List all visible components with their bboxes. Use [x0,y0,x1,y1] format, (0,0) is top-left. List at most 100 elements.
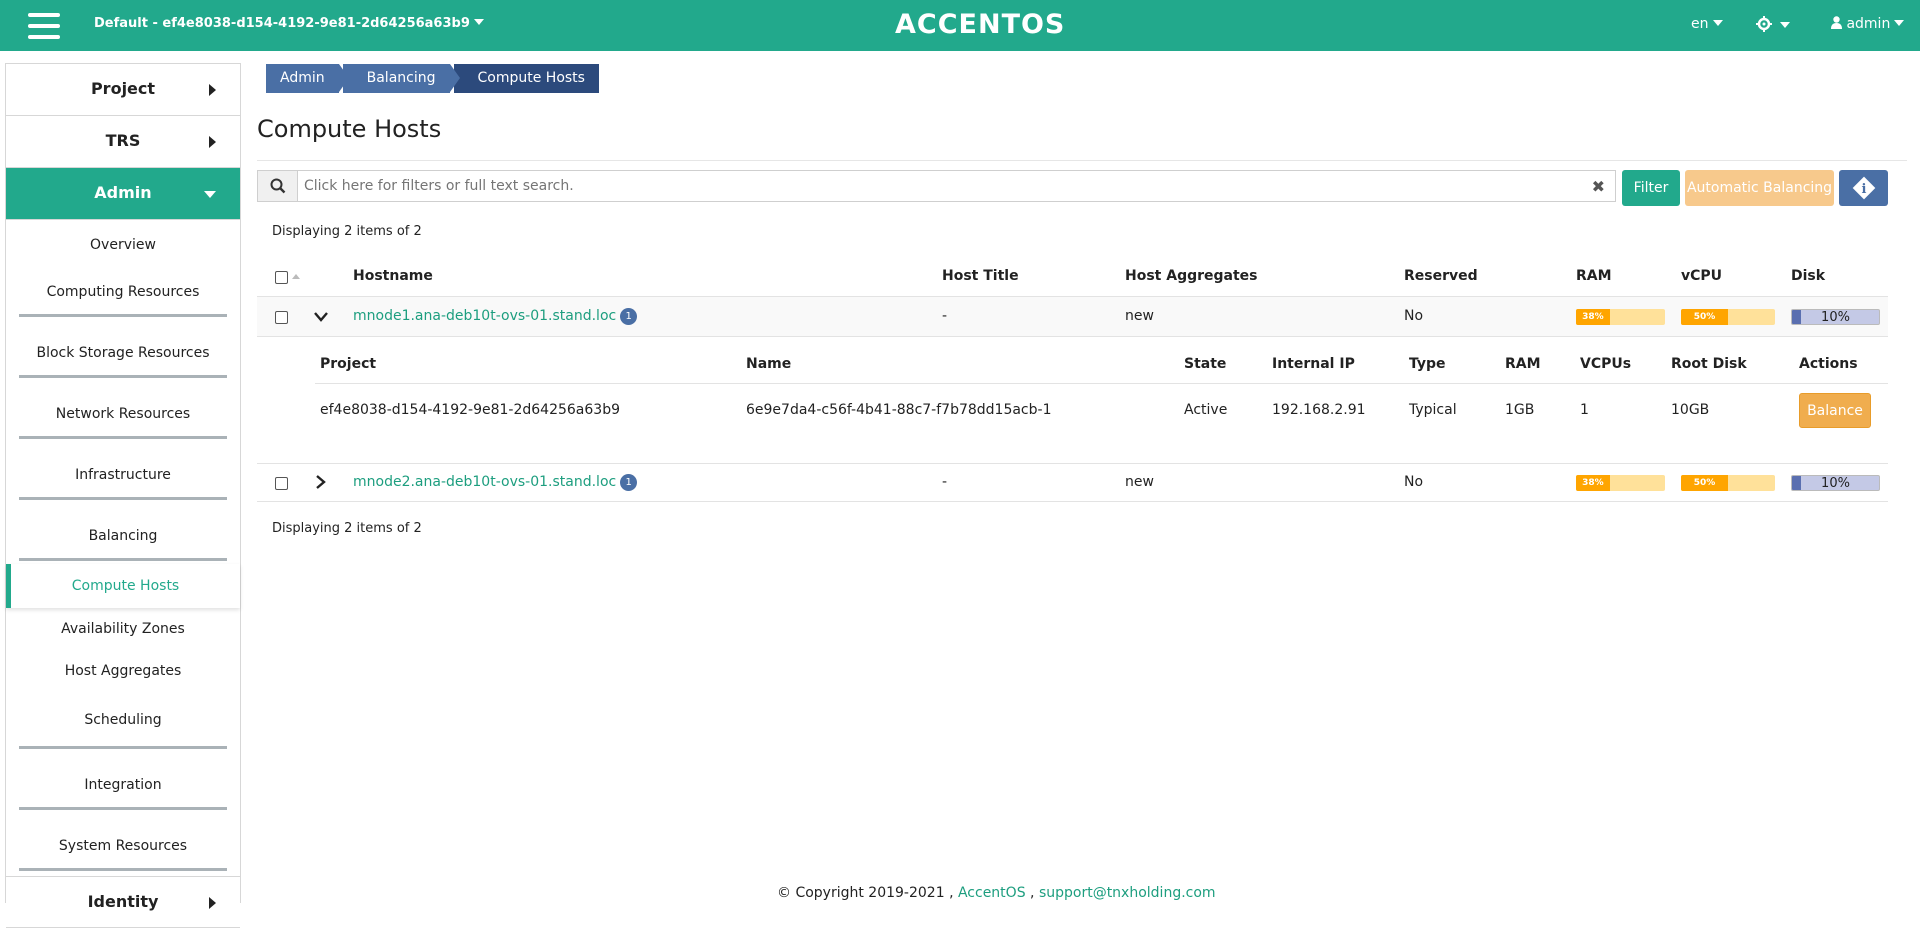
sidebar-item-compute-hosts[interactable]: Compute Hosts [6,564,240,608]
instances-badge: 1 [620,308,638,325]
instance-ram-cell: 1GB [1505,402,1535,418]
sidebar-item-label: Overview [90,237,156,253]
footer-separator: , [1025,885,1039,901]
breadcrumb-admin[interactable]: Admin [266,64,349,93]
chevron-right-icon [209,897,216,909]
column-header-host-aggregates[interactable]: Host Aggregates [1125,268,1258,284]
disk-progress-bar: 10% [1791,475,1880,491]
items-count-top: Displaying 2 items of 2 [272,224,422,239]
sidebar-item-availability-zones[interactable]: Availability Zones [6,608,240,650]
column-header-ram[interactable]: RAM [1576,268,1612,284]
chevron-right-icon[interactable] [316,475,326,489]
filter-button[interactable]: Filter [1622,170,1680,206]
clear-search-icon[interactable]: ✖ [1592,177,1605,196]
instance-project-cell: ef4e8038-d154-4192-9e81-2d64256a63b9 [320,402,620,418]
sidebar-item-integration[interactable]: Integration [6,750,240,811]
column-header-hostname[interactable]: Hostname [353,268,433,284]
sidebar-item-computing-resources[interactable]: Computing Resources [6,270,240,318]
hostname-cell[interactable]: mnode2.ana-deb10t-ovs-01.stand.loc 1 [353,474,638,491]
top-navbar: Default - ef4e8038-d154-4192-9e81-2d6425… [0,0,1920,51]
vcpu-progress-bar: 50% [1681,475,1775,491]
sidebar-item-label: Availability Zones [61,621,185,637]
host-aggregates-cell: new [1125,308,1154,324]
info-icon: i [1852,176,1875,200]
sidebar-item-scheduling[interactable]: Scheduling [6,692,240,750]
sidebar-project[interactable]: Project [6,64,240,116]
breadcrumb-compute-hosts: Compute Hosts [453,64,599,93]
subtable-header-vcpus: VCPUs [1580,356,1632,372]
search-input[interactable] [304,176,1564,196]
search-bar: ✖ [257,170,1616,202]
sidebar-trs[interactable]: TRS [6,116,240,168]
instance-type-cell: Typical [1409,402,1457,418]
select-all-checkbox[interactable] [275,271,288,284]
sidebar-project-label: Project [90,79,156,98]
row-checkbox[interactable] [275,477,288,490]
gear-icon [1756,16,1772,32]
disk-progress-label: 10% [1821,476,1850,491]
sidebar-item-block-storage-resources[interactable]: Block Storage Resources [6,318,240,379]
hostname-cell[interactable]: mnode1.ana-deb10t-ovs-01.stand.loc 1 [353,308,638,325]
language-selector[interactable]: en [1691,16,1723,32]
hostname-link[interactable]: mnode2.ana-deb10t-ovs-01.stand.loc [353,474,616,490]
instance-root-disk-cell: 10GB [1671,402,1710,418]
settings-menu[interactable] [1756,16,1790,34]
sidebar-item-label: Balancing [88,528,158,544]
row-checkbox[interactable] [275,311,288,324]
footer: © Copyright 2019-2021 , AccentOS , suppo… [777,885,1216,901]
sidebar-item-label: Integration [84,777,162,793]
info-button[interactable]: i [1839,170,1888,206]
sidebar-item-overview[interactable]: Overview [6,220,240,270]
chevron-down-icon [1894,20,1905,26]
chevron-down-icon [204,191,216,198]
ram-progress-bar: 38% [1576,475,1665,491]
column-header-disk[interactable]: Disk [1791,268,1825,284]
subtable-header-actions: Actions [1799,356,1858,372]
chevron-down-icon [1780,22,1790,28]
sidebar-item-host-aggregates[interactable]: Host Aggregates [6,650,240,692]
sort-icon[interactable] [292,274,300,279]
sidebar-item-label: Computing Resources [46,284,200,300]
project-selector-label: Default - ef4e8038-d154-4192-9e81-2d6425… [94,16,470,31]
column-header-reserved[interactable]: Reserved [1404,268,1478,284]
footer-email-link[interactable]: support@tnxholding.com [1039,885,1216,901]
vcpu-progress-fill: 50% [1681,475,1728,491]
column-header-vcpu[interactable]: vCPU [1681,268,1722,284]
automatic-balancing-button[interactable]: Automatic Balancing [1685,170,1834,206]
search-icon[interactable] [258,171,298,201]
hostname-link[interactable]: mnode1.ana-deb10t-ovs-01.stand.loc [353,308,616,324]
table-row: mnode2.ana-deb10t-ovs-01.stand.loc 1 - ne… [257,463,1888,502]
instance-ip-cell: 192.168.2.91 [1272,402,1366,418]
project-selector[interactable]: Default - ef4e8038-d154-4192-9e81-2d6425… [94,16,484,31]
title-divider [257,160,1907,161]
sidebar-item-infrastructure[interactable]: Infrastructure [6,440,240,501]
table-row: mnode1.ana-deb10t-ovs-01.stand.loc 1 - ne… [257,296,1888,337]
sidebar-item-label: Block Storage Resources [36,345,210,361]
svg-text:i: i [1861,182,1866,197]
instance-vcpus-cell: 1 [1580,402,1589,418]
sidebar-trs-label: TRS [105,131,141,150]
ram-progress-fill: 38% [1576,309,1610,325]
subtable-header-state: State [1184,356,1227,372]
sidebar-item-system-resources[interactable]: System Resources [6,811,240,872]
user-menu[interactable]: admin [1831,16,1905,32]
sidebar-item-network-resources[interactable]: Network Resources [6,379,240,440]
hamburger-menu-icon[interactable] [28,13,60,39]
sidebar-identity[interactable]: Identity [6,876,240,928]
breadcrumb-balancing[interactable]: Balancing [342,64,460,93]
language-label: en [1691,16,1709,32]
chevron-down-icon[interactable] [314,312,328,322]
subtable-header-internal-ip: Internal IP [1272,356,1355,372]
sidebar-item-label: Infrastructure [75,467,171,483]
sidebar-item-label: Compute Hosts [71,578,180,594]
sidebar-item-balancing[interactable]: Balancing [6,501,240,562]
footer-brand-link[interactable]: AccentOS [958,885,1026,901]
balance-button[interactable]: Balance [1799,393,1871,428]
sidebar-admin[interactable]: Admin [6,168,240,220]
instances-badge: 1 [620,474,638,491]
chevron-down-icon [473,19,484,25]
sidebar: Project TRS Admin Overview Computing Res… [5,63,241,928]
sidebar-item-label: System Resources [58,838,188,854]
column-header-host-title[interactable]: Host Title [942,268,1019,284]
subtable-header-type: Type [1409,356,1446,372]
